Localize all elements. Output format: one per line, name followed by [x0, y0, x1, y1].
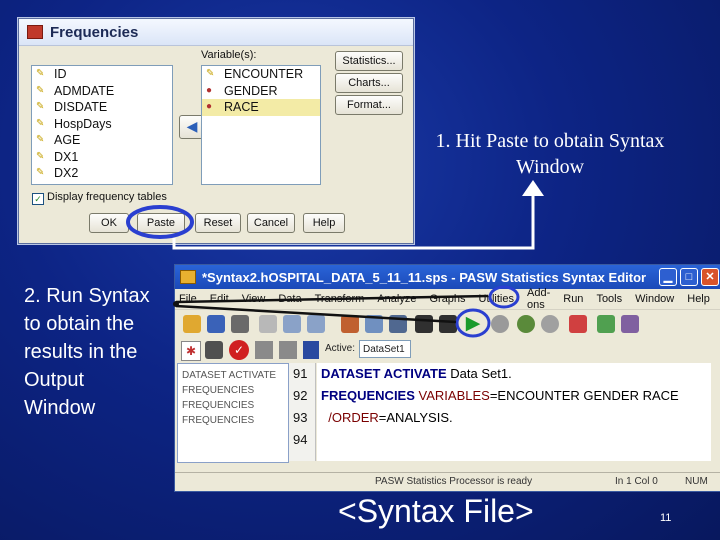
pointer-line-run-menu	[175, 294, 489, 304]
run-menu-highlight-ring	[488, 285, 520, 309]
run-icon-highlight-ring	[455, 308, 491, 338]
pointer-origin-dot	[173, 301, 179, 307]
slide-footer-title: <Syntax File>	[338, 493, 534, 529]
up-arrow-icon	[522, 180, 544, 196]
annotation-overlay	[126, 180, 544, 338]
paste-connector-line	[172, 192, 535, 250]
pointer-line-run-icon	[175, 304, 457, 324]
page-number: 11	[660, 512, 672, 524]
paste-highlight-ring	[126, 205, 194, 239]
